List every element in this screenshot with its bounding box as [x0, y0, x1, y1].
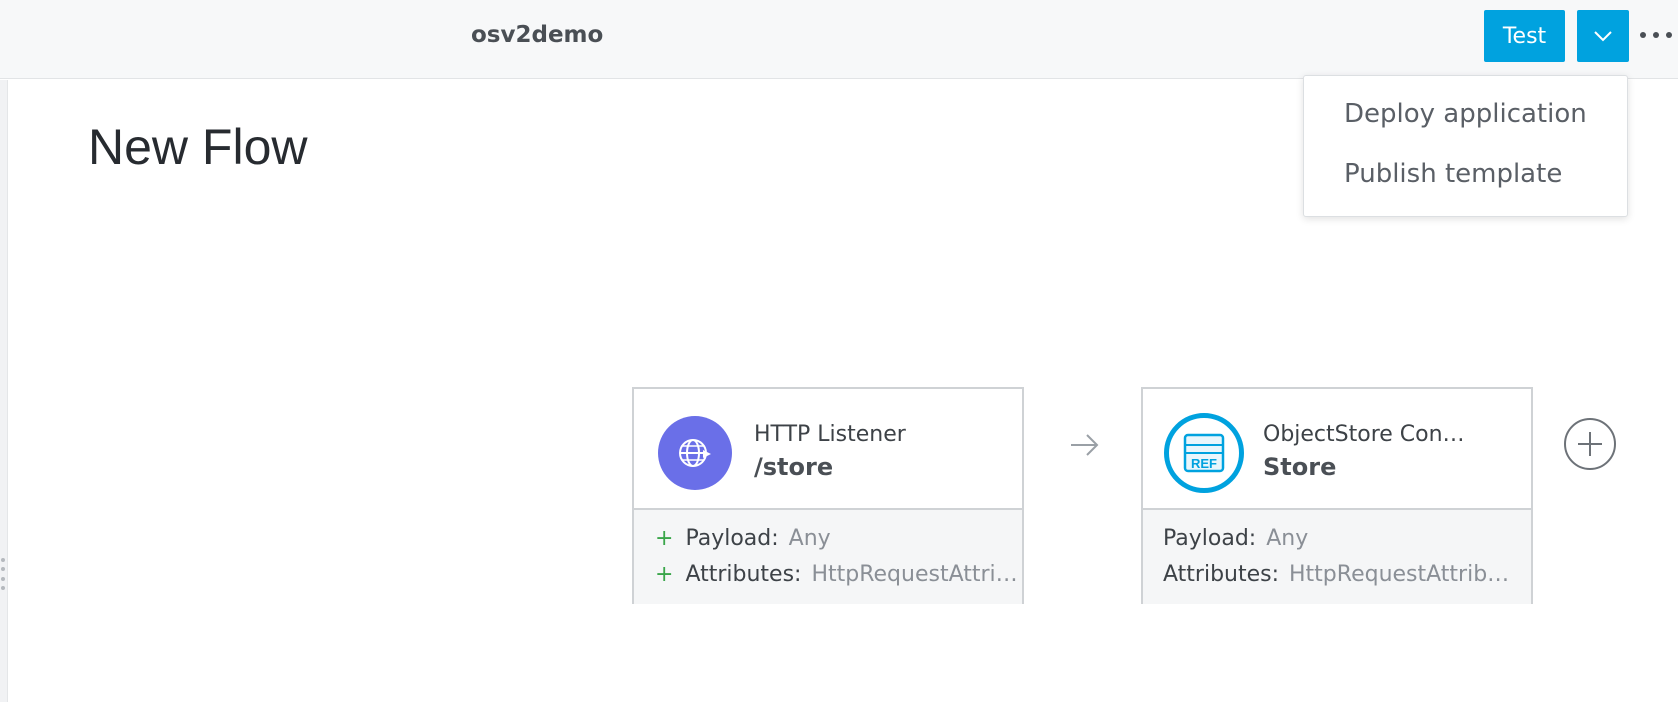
flow-title[interactable]: New Flow — [88, 118, 307, 176]
handle-dot — [1, 585, 5, 590]
app-name: osv2demo — [471, 22, 604, 48]
more-dot — [1666, 32, 1672, 38]
component-header: REF ObjectStore Con… Store — [1143, 389, 1531, 510]
payload-row: Payload: Any — [1163, 526, 1308, 551]
plus-circle-icon — [1578, 432, 1602, 456]
attributes-label: Attributes: — [685, 562, 802, 587]
flow-component-objectstore[interactable]: REF ObjectStore Con… Store Payload: Any … — [1141, 387, 1533, 604]
attributes-value: HttpRequestAttri… — [811, 562, 1018, 587]
test-button[interactable]: Test — [1484, 10, 1565, 62]
menu-item-deploy-application[interactable]: Deploy application — [1344, 99, 1587, 129]
plus-icon[interactable]: + — [655, 562, 673, 587]
attributes-value: HttpRequestAttrib… — [1289, 562, 1510, 587]
more-options-icon[interactable] — [1640, 28, 1672, 42]
payload-value: Any — [1266, 526, 1309, 551]
attributes-row: Attributes: HttpRequestAttrib… — [1163, 562, 1509, 587]
flow-component-http-listener[interactable]: HTTP Listener /store + Payload: Any + At… — [632, 387, 1024, 604]
component-name: Store — [1263, 453, 1337, 481]
attributes-label: Attributes: — [1163, 562, 1280, 587]
payload-row: + Payload: Any — [655, 526, 831, 551]
menu-item-publish-template[interactable]: Publish template — [1344, 159, 1562, 189]
component-metadata: Payload: Any Attributes: HttpRequestAttr… — [1143, 510, 1531, 604]
resize-handle[interactable] — [1, 558, 7, 590]
plus-icon[interactable]: + — [655, 526, 673, 551]
more-dot — [1653, 32, 1659, 38]
handle-dot — [1, 558, 5, 562]
handle-dot — [1, 576, 5, 581]
attributes-row: + Attributes: HttpRequestAttri… — [655, 562, 1018, 587]
add-component-button[interactable] — [1564, 418, 1616, 470]
payload-label: Payload: — [685, 526, 779, 551]
chevron-down-icon — [1594, 31, 1612, 42]
left-panel-rail — [0, 80, 8, 702]
component-name: /store — [754, 453, 834, 481]
handle-dot — [1, 567, 5, 572]
run-options-menu: Deploy application Publish template — [1303, 75, 1628, 217]
component-type: HTTP Listener — [754, 422, 906, 447]
component-metadata: + Payload: Any + Attributes: HttpRequest… — [634, 510, 1022, 604]
component-header: HTTP Listener /store — [634, 389, 1022, 510]
component-type: ObjectStore Con… — [1263, 422, 1465, 447]
ref-icon-label: REF — [1191, 456, 1217, 471]
top-bar: osv2demo Test — [0, 0, 1678, 79]
payload-label: Payload: — [1163, 526, 1257, 551]
payload-value: Any — [788, 526, 831, 551]
run-options-button[interactable] — [1577, 10, 1629, 62]
ref-icon: REF — [1164, 413, 1244, 493]
globe-icon — [658, 416, 732, 490]
arrow-right-icon — [1071, 434, 1099, 456]
more-dot — [1640, 32, 1646, 38]
